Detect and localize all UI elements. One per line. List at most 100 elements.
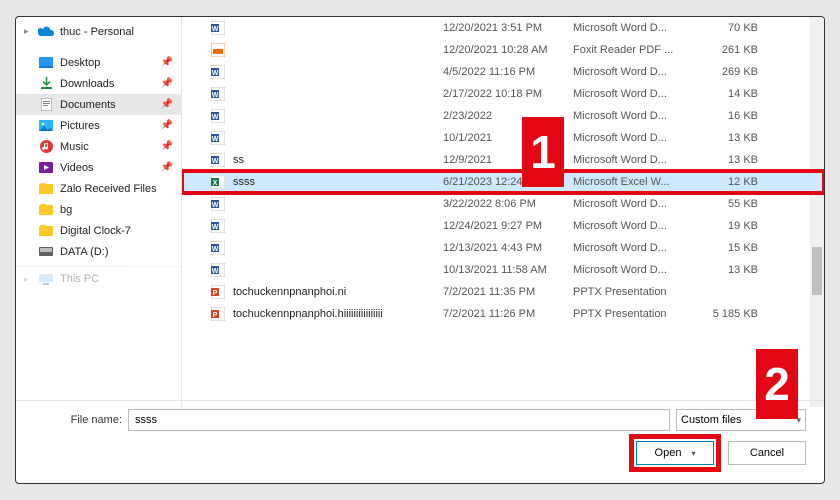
file-row[interactable]: Xssss6/21/2023 12:24 AMMicrosoft Excel W…	[182, 171, 824, 193]
word-file-icon: W	[210, 219, 225, 234]
pin-icon: 📌	[161, 78, 173, 89]
file-size: 12 KB	[703, 176, 758, 188]
sidebar-item-label: Documents	[60, 99, 116, 111]
dialog-body: ▸ thuc - Personal Desktop 📌 Downloads 📌	[16, 17, 824, 407]
file-name: ss	[233, 154, 443, 166]
pin-icon: 📌	[161, 120, 173, 131]
svg-text:P: P	[212, 312, 217, 319]
chevron-right-icon: ▸	[24, 26, 32, 37]
video-icon	[38, 160, 54, 176]
file-date: 12/20/2021 10:28 AM	[443, 44, 573, 56]
file-row[interactable]: 12/20/2021 10:28 AMFoxit Reader PDF ...2…	[182, 39, 824, 61]
pin-icon: 📌	[161, 57, 173, 68]
button-label: Open	[655, 447, 682, 459]
sidebar-item-pictures[interactable]: Pictures 📌	[16, 115, 181, 136]
pdf-file-icon	[210, 43, 225, 58]
file-type: PPTX Presentation	[573, 286, 703, 298]
tree-item-this-pc[interactable]: ▸ This PC	[16, 266, 181, 287]
file-row[interactable]: W4/5/2022 11:16 PMMicrosoft Word D...269…	[182, 61, 824, 83]
sidebar-item-music[interactable]: Music 📌	[16, 136, 181, 157]
sidebar-item-bg[interactable]: bg	[16, 199, 181, 220]
file-date: 10/13/2021 11:58 AM	[443, 264, 573, 276]
word-file-icon: W	[210, 197, 225, 212]
file-type: Microsoft Word D...	[573, 220, 703, 232]
file-type: Microsoft Excel W...	[573, 176, 703, 188]
svg-text:W: W	[211, 70, 218, 77]
desktop-icon	[38, 55, 54, 71]
sidebar-item-label: Pictures	[60, 120, 100, 132]
svg-text:P: P	[212, 290, 217, 297]
excel-file-icon: X	[210, 175, 225, 190]
file-type: Microsoft Word D...	[573, 22, 703, 34]
file-row[interactable]: W12/24/2021 9:27 PMMicrosoft Word D...19…	[182, 215, 824, 237]
file-row[interactable]: W12/13/2021 4:43 PMMicrosoft Word D...15…	[182, 237, 824, 259]
svg-text:W: W	[211, 224, 218, 231]
file-row[interactable]: W10/13/2021 11:58 AMMicrosoft Word D...1…	[182, 259, 824, 281]
sidebar-item-desktop[interactable]: Desktop 📌	[16, 52, 181, 73]
file-type: Microsoft Word D...	[573, 88, 703, 100]
music-icon	[38, 139, 54, 155]
file-size: 70 KB	[703, 22, 758, 34]
file-size: 13 KB	[703, 264, 758, 276]
open-button[interactable]: Open ▾	[636, 441, 714, 465]
word-file-icon: W	[210, 87, 225, 102]
folder-icon	[38, 223, 54, 239]
file-size: 15 KB	[703, 242, 758, 254]
word-file-icon: W	[210, 131, 225, 146]
sidebar-item-digital-clock[interactable]: Digital Clock-7	[16, 220, 181, 241]
file-row[interactable]: Ptochuckennpnanphoi.hiiiiiiiiiiiiiiii7/2…	[182, 303, 824, 325]
word-file-icon: W	[210, 153, 225, 168]
filename-input[interactable]	[128, 409, 670, 431]
file-type: Microsoft Word D...	[573, 154, 703, 166]
sidebar-item-label: Zalo Received Files	[60, 183, 157, 195]
vertical-scrollbar[interactable]	[810, 17, 824, 407]
download-icon	[38, 76, 54, 92]
svg-text:X: X	[212, 180, 217, 187]
sidebar-item-label: Music	[60, 141, 89, 153]
file-size: 13 KB	[703, 154, 758, 166]
ppt-file-icon: P	[210, 285, 225, 300]
file-row[interactable]: W12/20/2021 3:51 PMMicrosoft Word D...70…	[182, 17, 824, 39]
file-row[interactable]: W2/23/2022Microsoft Word D...16 KB	[182, 105, 824, 127]
sidebar-item-documents[interactable]: Documents 📌	[16, 94, 181, 115]
chevron-right-icon: ▸	[24, 274, 32, 285]
pictures-icon	[38, 118, 54, 134]
svg-text:W: W	[211, 136, 218, 143]
file-row[interactable]: W10/1/2021Microsoft Word D...13 KB	[182, 127, 824, 149]
file-size: 261 KB	[703, 44, 758, 56]
file-date: 2/17/2022 10:18 PM	[443, 88, 573, 100]
sidebar-item-label: bg	[60, 204, 72, 216]
filename-label: File name:	[52, 414, 122, 426]
file-type: PPTX Presentation	[573, 308, 703, 320]
sidebar-item-videos[interactable]: Videos 📌	[16, 157, 181, 178]
tree-item-onedrive[interactable]: ▸ thuc - Personal	[16, 21, 181, 42]
file-name: tochuckennpnanphoi.hiiiiiiiiiiiiiiii	[233, 308, 443, 320]
file-type: Microsoft Word D...	[573, 264, 703, 276]
file-row[interactable]: W3/22/2022 8:06 PMMicrosoft Word D...55 …	[182, 193, 824, 215]
svg-text:W: W	[211, 246, 218, 253]
file-row[interactable]: W2/17/2022 10:18 PMMicrosoft Word D...14…	[182, 83, 824, 105]
file-date: 12/24/2021 9:27 PM	[443, 220, 573, 232]
word-file-icon: W	[210, 109, 225, 124]
pin-icon: 📌	[161, 141, 173, 152]
file-date: 7/2/2021 11:26 PM	[443, 308, 573, 320]
pin-icon: 📌	[161, 162, 173, 173]
file-size: 269 KB	[703, 66, 758, 78]
file-row[interactable]: Wss12/9/2021Microsoft Word D...13 KB	[182, 149, 824, 171]
folder-icon	[38, 181, 54, 197]
chevron-down-icon: ▾	[691, 449, 695, 458]
cancel-button[interactable]: Cancel	[728, 441, 806, 465]
sidebar-item-data-d[interactable]: DATA (D:)	[16, 241, 181, 262]
file-row[interactable]: Ptochuckennpnanphoi.ni7/2/2021 11:35 PMP…	[182, 281, 824, 303]
document-icon	[38, 97, 54, 113]
scroll-thumb[interactable]	[812, 247, 822, 295]
svg-text:W: W	[211, 202, 218, 209]
sidebar-item-downloads[interactable]: Downloads 📌	[16, 73, 181, 94]
sidebar-item-label: Digital Clock-7	[60, 225, 131, 237]
word-file-icon: W	[210, 65, 225, 80]
file-date: 3/22/2022 8:06 PM	[443, 198, 573, 210]
file-list[interactable]: W12/20/2021 3:51 PMMicrosoft Word D...70…	[182, 17, 824, 407]
file-type: Microsoft Word D...	[573, 110, 703, 122]
file-type: Microsoft Word D...	[573, 242, 703, 254]
sidebar-item-zalo[interactable]: Zalo Received Files	[16, 178, 181, 199]
